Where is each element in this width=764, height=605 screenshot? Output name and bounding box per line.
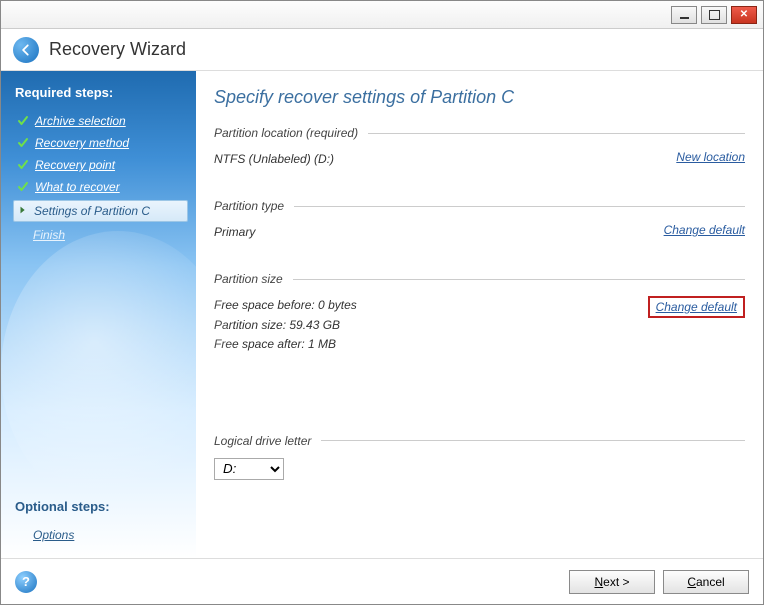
divider [321,440,745,441]
step-settings-partition-c[interactable]: Settings of Partition C [13,200,188,222]
cancel-label-rest: ancel [696,575,725,589]
step-recovery-method[interactable]: Recovery method [15,132,186,154]
arrow-right-icon [18,204,28,218]
divider [294,206,745,207]
section-drive-letter: Logical drive letter D: [214,434,745,480]
close-button[interactable] [731,6,757,24]
check-icon [17,137,29,149]
required-steps-heading: Required steps: [15,85,186,100]
sidebar: Required steps: Archive selection Recove… [1,71,196,558]
step-label: Recovery point [35,158,115,172]
wizard-header: Recovery Wizard [1,29,763,71]
partition-size-values: Free space before: 0 bytes Partition siz… [214,296,357,354]
step-finish[interactable]: Finish [15,224,186,246]
maximize-button[interactable] [701,6,727,24]
free-space-after: Free space after: 1 MB [214,335,357,354]
section-heading: Partition location (required) [214,126,358,140]
partition-location-value: NTFS (Unlabeled) (D:) [214,150,334,169]
wizard-footer: ? Next > Cancel [1,558,763,604]
minimize-button[interactable] [671,6,697,24]
step-what-to-recover[interactable]: What to recover [15,176,186,198]
partition-type-value: Primary [214,223,255,242]
change-default-type-link[interactable]: Change default [664,223,745,237]
section-heading: Logical drive letter [214,434,311,448]
change-default-size-link[interactable]: Change default [656,300,737,314]
drive-letter-select[interactable]: D: [214,458,284,480]
main-panel: Specify recover settings of Partition C … [196,71,763,558]
step-recovery-point[interactable]: Recovery point [15,154,186,176]
step-label: Archive selection [35,114,126,128]
titlebar [1,1,763,29]
next-button[interactable]: Next > [569,570,655,594]
change-default-size-highlight: Change default [648,296,745,318]
arrow-left-icon [19,43,33,57]
step-label: Recovery method [35,136,129,150]
page-title: Specify recover settings of Partition C [214,87,745,108]
check-icon [17,159,29,171]
divider [293,279,745,280]
wizard-title: Recovery Wizard [49,39,186,60]
new-location-link[interactable]: New location [676,150,745,164]
step-archive-selection[interactable]: Archive selection [15,110,186,132]
step-label: Finish [33,228,65,242]
divider [368,133,745,134]
free-space-before: Free space before: 0 bytes [214,296,357,315]
help-button[interactable]: ? [15,571,37,593]
cancel-button[interactable]: Cancel [663,570,749,594]
check-icon [17,181,29,193]
section-heading: Partition size [214,272,283,286]
partition-size: Partition size: 59.43 GB [214,316,357,335]
step-label: Settings of Partition C [34,204,150,218]
optional-steps-heading: Optional steps: [15,499,186,514]
check-icon [17,115,29,127]
section-partition-size: Partition size Free space before: 0 byte… [214,272,745,354]
step-label: What to recover [35,180,120,194]
section-partition-location: Partition location (required) NTFS (Unla… [214,126,745,169]
back-button[interactable] [13,37,39,63]
next-label-rest: ext > [603,575,629,589]
options-link[interactable]: Options [33,528,74,542]
wizard-body: Required steps: Archive selection Recove… [1,71,763,558]
section-heading: Partition type [214,199,284,213]
optional-steps: Optional steps: Options [15,499,186,542]
section-partition-type: Partition type Primary Change default [214,199,745,242]
recovery-wizard-window: Recovery Wizard Required steps: Archive … [0,0,764,605]
